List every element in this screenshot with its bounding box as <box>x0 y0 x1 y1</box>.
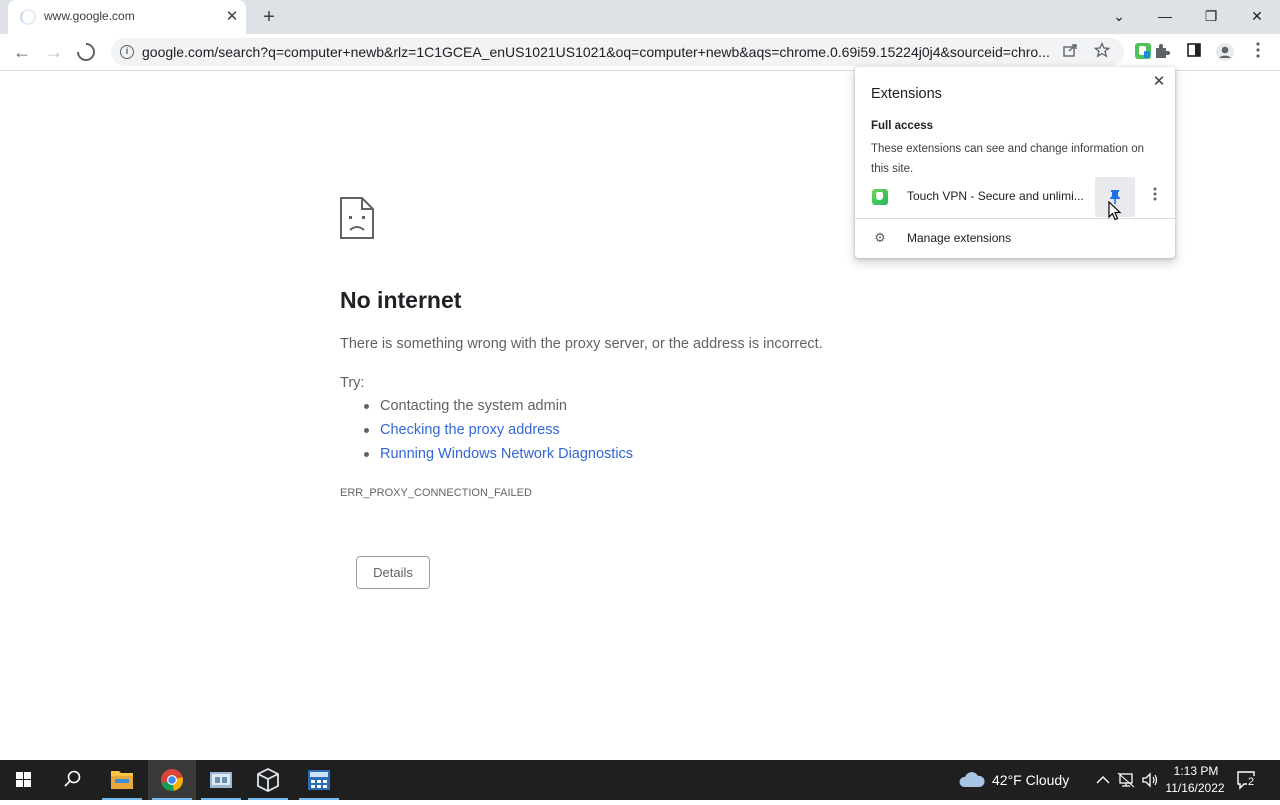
sad-page-icon <box>340 197 374 239</box>
full-access-description: These extensions can see and change info… <box>871 143 1144 175</box>
error-title: No internet <box>340 287 462 313</box>
divider <box>855 218 1175 219</box>
manage-extensions-button[interactable]: ⚙ Manage extensions <box>855 225 1175 251</box>
weather-widget[interactable]: 42°F Cloudy <box>992 772 1069 788</box>
touch-vpn-extension-icon[interactable] <box>1133 42 1153 62</box>
mouse-cursor-icon <box>1108 201 1122 221</box>
calculator-button[interactable] <box>295 760 343 800</box>
loading-spinner-icon <box>20 9 36 25</box>
extension-row-touch-vpn[interactable]: Touch VPN - Secure and unlimi... <box>855 177 1175 217</box>
try-label: Try: <box>340 375 365 391</box>
browser-toolbar: ← → i google.com/search?q=computer+newb&… <box>0 34 1280 71</box>
gear-icon: ⚙ <box>874 230 886 245</box>
extensions-popup-title: Extensions <box>871 86 942 102</box>
new-tab-button[interactable]: + <box>257 5 281 29</box>
touch-vpn-icon <box>872 189 888 205</box>
windows-logo-icon <box>16 772 31 787</box>
details-button[interactable]: Details <box>356 556 430 589</box>
virtualbox-button[interactable] <box>244 760 292 800</box>
forward-button[interactable]: → <box>41 39 67 65</box>
suggestion-network-diagnostics-link[interactable]: Running Windows Network Diagnostics <box>362 446 633 470</box>
suggestions-list: Contacting the system admin Checking the… <box>362 398 633 470</box>
virtualbox-icon <box>257 767 279 793</box>
extensions-popup: Extensions ✕ Full access These extension… <box>855 67 1175 258</box>
url-text[interactable]: google.com/search?q=computer+newb&rlz=1C… <box>142 44 1052 60</box>
chrome-icon <box>161 769 183 791</box>
control-panel-icon <box>210 772 232 788</box>
address-bar[interactable]: i google.com/search?q=computer+newb&rlz=… <box>111 38 1124 66</box>
share-icon[interactable] <box>1060 42 1080 62</box>
suggestion-check-proxy-link[interactable]: Checking the proxy address <box>362 422 633 446</box>
manage-extensions-label: Manage extensions <box>907 231 1012 245</box>
restore-button[interactable]: ❐ <box>1196 3 1226 29</box>
side-panel-icon[interactable] <box>1184 42 1204 62</box>
folder-icon <box>111 771 133 789</box>
search-icon <box>64 770 81 787</box>
error-code: ERR_PROXY_CONNECTION_FAILED <box>340 487 532 499</box>
close-icon[interactable]: ✕ <box>1149 72 1169 92</box>
stop-button[interactable] <box>73 39 99 65</box>
star-icon[interactable] <box>1092 41 1112 62</box>
tab-title: www.google.com <box>44 9 135 23</box>
clock-date[interactable]: 11/16/2022 <box>1162 781 1228 795</box>
windows-taskbar: 42°F Cloudy 1:13 PM 11/16/2022 2 <box>0 760 1280 800</box>
close-window-button[interactable]: ✕ <box>1242 3 1272 29</box>
extension-more-options-icon[interactable] <box>1145 187 1165 207</box>
kebab-menu-icon[interactable] <box>1248 42 1268 62</box>
start-button[interactable] <box>0 760 48 800</box>
volume-icon[interactable] <box>1141 772 1159 788</box>
notification-count: 2 <box>1247 776 1256 788</box>
notifications-button[interactable]: 2 <box>1236 770 1260 792</box>
back-button[interactable]: ← <box>9 39 35 65</box>
tab-search-button[interactable]: ⌄ <box>1104 3 1134 29</box>
chevron-up-icon[interactable] <box>1095 772 1111 788</box>
clock-time[interactable]: 1:13 PM <box>1166 764 1226 778</box>
minimize-button[interactable]: — <box>1150 3 1180 29</box>
info-icon[interactable]: i <box>120 45 134 59</box>
network-icon[interactable] <box>1117 772 1135 788</box>
profile-icon[interactable] <box>1215 42 1235 62</box>
tab-strip: www.google.com ✕ + ⌄ — ❐ ✕ <box>0 0 1280 34</box>
error-description: There is something wrong with the proxy … <box>340 336 823 352</box>
browser-tab[interactable]: www.google.com ✕ <box>8 0 246 34</box>
suggestion-contact-admin: Contacting the system admin <box>362 398 633 422</box>
puzzle-extensions-icon[interactable] <box>1152 42 1172 62</box>
search-button[interactable] <box>48 760 96 800</box>
cloudy-weather-icon[interactable] <box>958 770 986 790</box>
file-explorer-button[interactable] <box>98 760 146 800</box>
loading-spinner-icon <box>77 43 95 61</box>
tab-close-icon[interactable]: ✕ <box>222 7 242 27</box>
extension-name[interactable]: Touch VPN - Secure and unlimi... <box>907 189 1085 203</box>
full-access-heading: Full access <box>871 120 934 132</box>
calculator-icon <box>308 770 330 790</box>
chrome-taskbar-button[interactable] <box>148 760 196 800</box>
control-panel-button[interactable] <box>197 760 245 800</box>
